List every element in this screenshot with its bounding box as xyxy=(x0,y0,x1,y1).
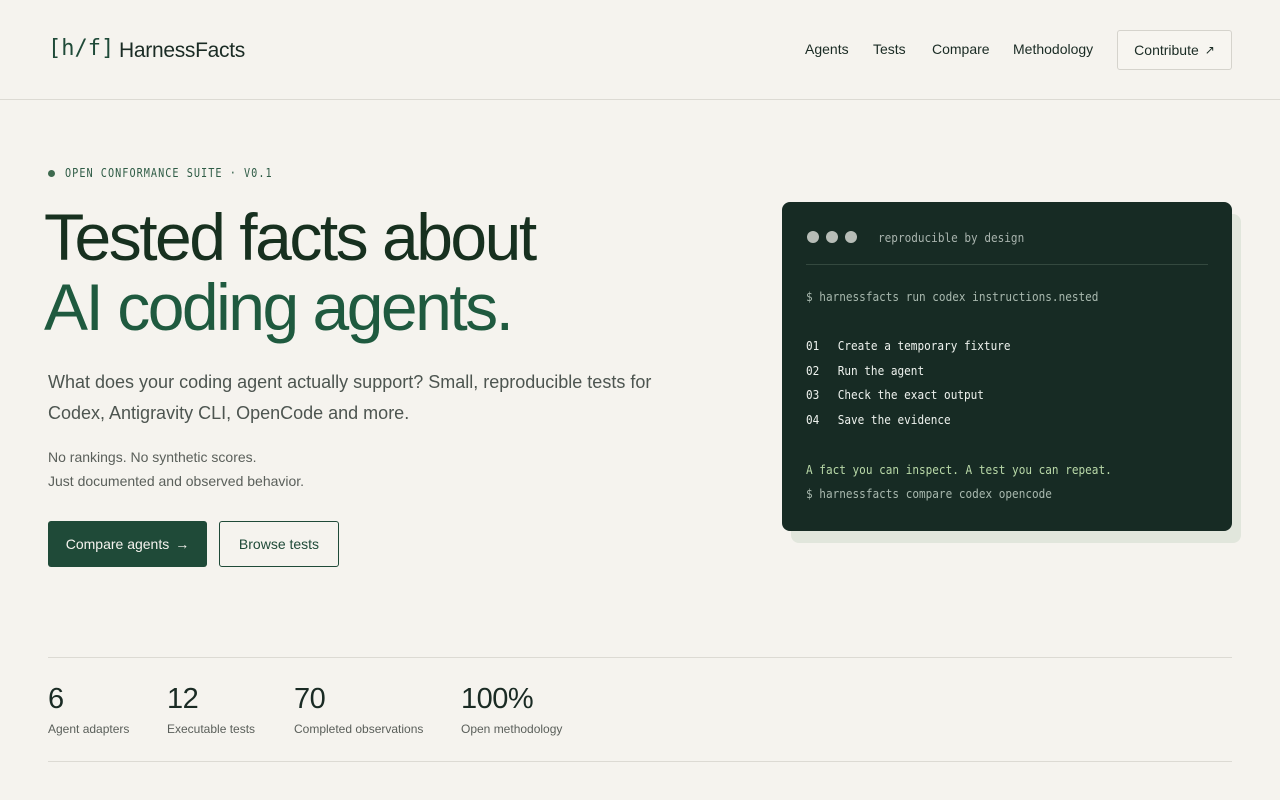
hero-sub: No rankings. No synthetic scores. Just d… xyxy=(48,445,448,493)
terminal-command: $ harnessfacts run codex instructions.ne… xyxy=(806,290,1099,304)
stats-divider-bottom xyxy=(48,761,1232,762)
stat-executable-tests: 12 Executable tests xyxy=(167,682,255,736)
step-text: Run the agent xyxy=(837,364,925,378)
eyebrow: OPEN CONFORMANCE SUITE · V0.1 xyxy=(48,166,309,180)
terminal-fact: A fact you can inspect. A test you can r… xyxy=(806,463,1112,477)
site-header: [h/f] HarnessFacts Agents Tests Compare … xyxy=(0,0,1280,100)
compare-agents-button[interactable]: Compare agents → xyxy=(48,521,207,567)
terminal-step: 02 Run the agent xyxy=(806,364,924,378)
hero-title-line1: Tested facts about xyxy=(44,200,537,274)
stat-value: 12 xyxy=(167,683,199,715)
step-text: Check the exact output xyxy=(837,388,984,402)
stat-label: Agent adapters xyxy=(48,722,130,736)
stat-label: Executable tests xyxy=(167,722,256,736)
nav-compare[interactable]: Compare xyxy=(932,41,990,57)
stats-divider-top xyxy=(48,657,1232,658)
logo-text[interactable]: HarnessFacts xyxy=(119,39,245,63)
step-number: 01 xyxy=(806,339,820,353)
window-dot-icon xyxy=(807,231,819,243)
arrow-right-icon: → xyxy=(175,536,190,552)
nav-agents[interactable]: Agents xyxy=(805,41,849,57)
contribute-label: Contribute xyxy=(1134,42,1199,58)
nav-tests[interactable]: Tests xyxy=(873,41,906,57)
contribute-button[interactable]: Contribute ↗ xyxy=(1117,30,1232,70)
nav-methodology[interactable]: Methodology xyxy=(1013,41,1093,57)
stat-value: 70 xyxy=(294,683,326,715)
compare-agents-label: Compare agents xyxy=(65,536,170,552)
stat-completed-observations: 70 Completed observations xyxy=(294,682,423,736)
external-link-icon: ↗ xyxy=(1204,43,1215,57)
stat-label: Open methodology xyxy=(461,722,563,736)
step-text: Save the evidence xyxy=(837,413,951,427)
stat-label: Completed observations xyxy=(294,722,424,736)
status-dot-icon xyxy=(48,169,55,177)
stat-value: 6 xyxy=(48,683,64,715)
hero-title-line2: AI coding agents. xyxy=(44,270,514,344)
terminal-step: 03 Check the exact output xyxy=(806,388,984,402)
step-text: Create a temporary fixture xyxy=(837,339,1011,353)
window-dot-icon xyxy=(845,231,857,243)
terminal-step: 01 Create a temporary fixture xyxy=(806,339,1011,353)
window-dot-icon xyxy=(826,231,838,243)
stat-open-methodology: 100% Open methodology xyxy=(461,682,562,736)
stat-value: 100% xyxy=(461,683,534,715)
eyebrow-text: OPEN CONFORMANCE SUITE · V0.1 xyxy=(65,166,273,180)
terminal-command: $ harnessfacts compare codex opencode xyxy=(806,487,1052,501)
terminal-step: 04 Save the evidence xyxy=(806,413,951,427)
terminal-divider xyxy=(806,264,1208,265)
terminal-panel: reproducible by design $ harnessfacts ru… xyxy=(782,202,1232,531)
hero-sub-line2: Just documented and observed behavior. xyxy=(48,473,305,489)
terminal-caption: reproducible by design xyxy=(878,231,1025,245)
step-number: 04 xyxy=(806,413,820,427)
hero-sub-line1: No rankings. No synthetic scores. xyxy=(48,449,257,465)
window-dots xyxy=(807,231,857,243)
hero-lead: What does your coding agent actually sup… xyxy=(48,372,652,423)
logo-mark[interactable]: [h/f] xyxy=(48,36,114,61)
browse-tests-button[interactable]: Browse tests xyxy=(219,521,339,567)
step-number: 02 xyxy=(806,364,820,378)
step-number: 03 xyxy=(806,388,820,402)
stat-agent-adapters: 6 Agent adapters xyxy=(48,682,129,736)
